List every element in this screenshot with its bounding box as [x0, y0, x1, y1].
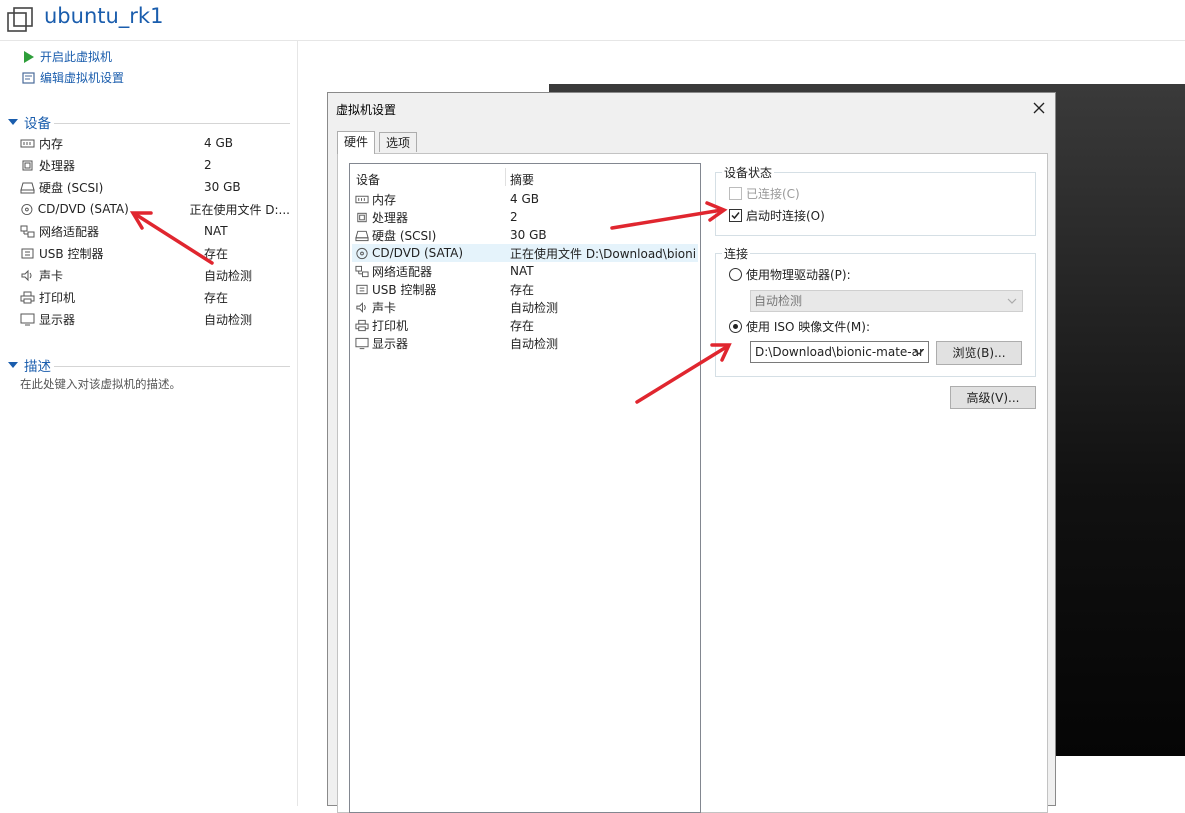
tab-hardware[interactable]: 硬件 — [337, 131, 376, 154]
annotation-arrow-sidebar — [129, 211, 214, 265]
annotation-arrow-checkbox — [610, 201, 728, 230]
annotation-arrows — [129, 201, 732, 404]
annotation-arrow-iso — [635, 343, 732, 404]
